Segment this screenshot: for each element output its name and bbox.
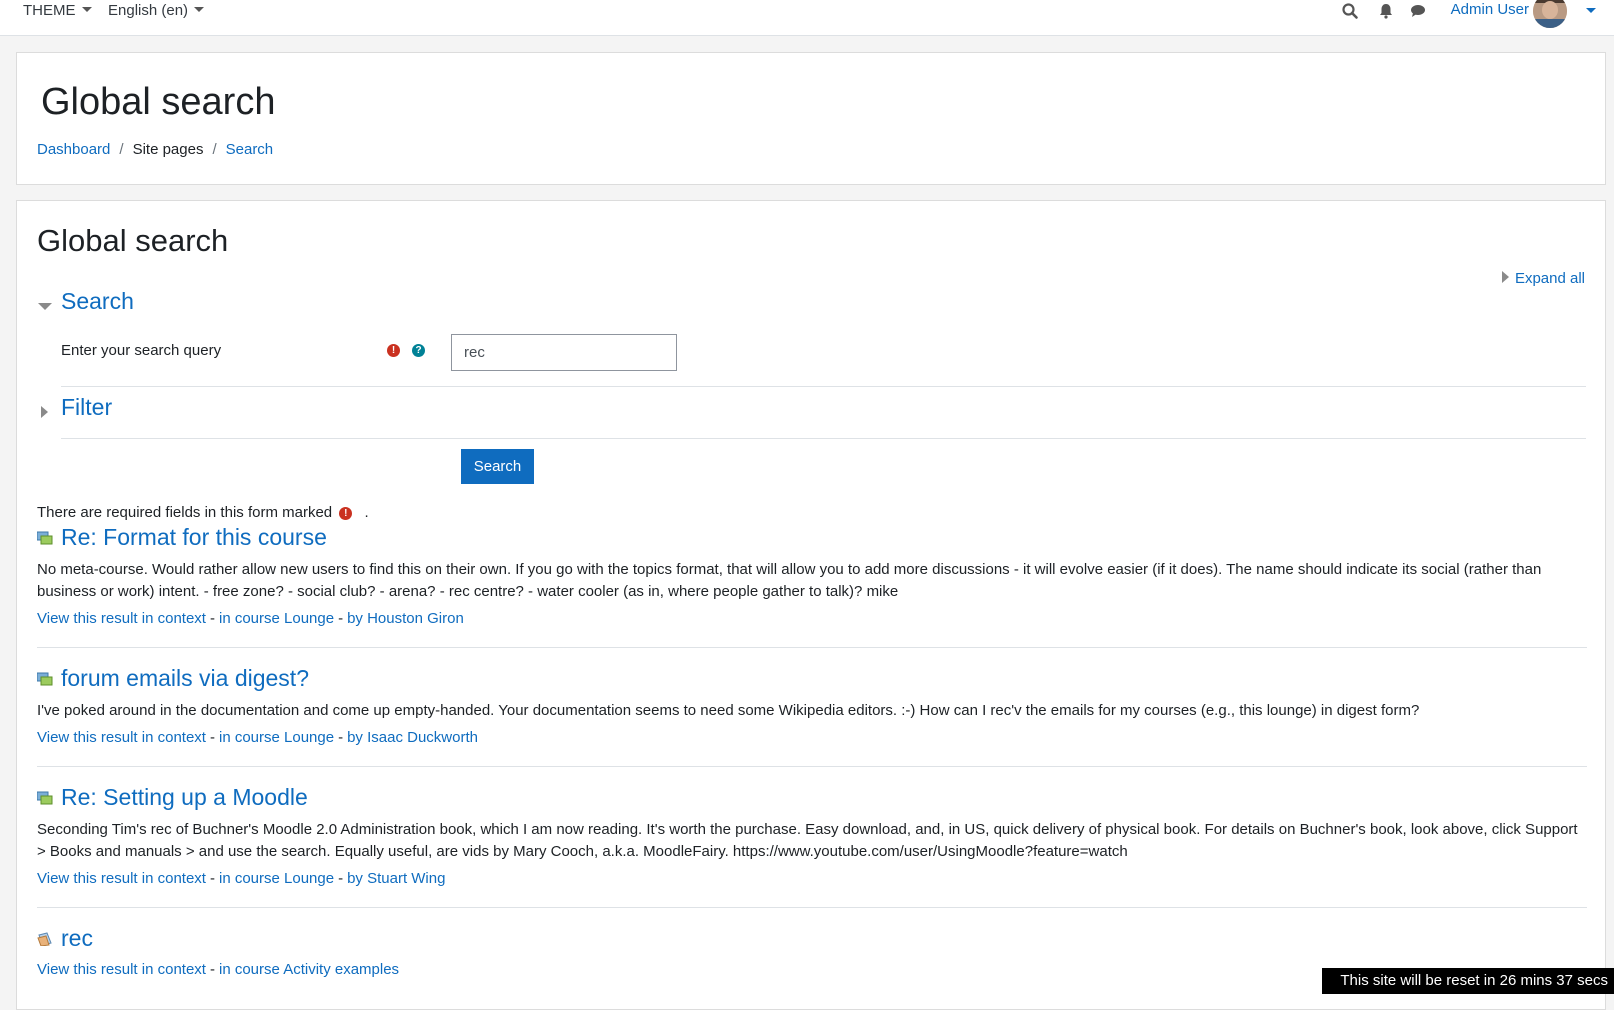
divider [61, 386, 1586, 387]
chevron-down-icon [194, 7, 205, 12]
search-section-legend[interactable]: Search [61, 287, 134, 315]
divider [37, 647, 1587, 648]
separator: - [209, 870, 215, 887]
separator: - [338, 729, 344, 746]
avatar[interactable] [1533, 0, 1567, 28]
divider [37, 766, 1587, 767]
search-result: forum emails via digest? I've poked arou… [37, 664, 1587, 767]
bell-icon[interactable] [1377, 2, 1395, 20]
page-header: Global search Dashboard / Site pages / Searc… [16, 52, 1606, 185]
required-icon: ! [387, 344, 400, 357]
separator: - [209, 961, 215, 978]
language-menu-label: English (en) [108, 2, 189, 19]
author-link[interactable]: by Isaac Duckworth [347, 729, 478, 746]
result-title-link[interactable]: forum emails via digest? [61, 664, 309, 692]
filter-section-legend[interactable]: Filter [61, 393, 112, 421]
course-link[interactable]: in course Lounge [219, 870, 334, 887]
breadcrumb-separator: / [119, 141, 124, 158]
result-title-row: rec [37, 924, 1587, 952]
expand-all-label: Expand all [1514, 270, 1585, 287]
result-title-row: Re: Setting up a Moodle [37, 783, 1587, 811]
main-content: Global search Expand all Search Enter yo… [16, 200, 1606, 1010]
breadcrumb-dashboard[interactable]: Dashboard [37, 141, 110, 158]
breadcrumb-search[interactable]: Search [226, 141, 274, 158]
required-note: There are required fields in this form m… [37, 503, 369, 523]
view-in-context-link[interactable]: View this result in context [37, 729, 206, 746]
search-icon[interactable] [1341, 2, 1359, 20]
course-link[interactable]: in course Lounge [219, 610, 334, 627]
result-meta: View this result in context - in course Ac… [37, 960, 399, 980]
result-title-link[interactable]: Re: Setting up a Moodle [61, 783, 308, 811]
course-link[interactable]: in course Activity examples [219, 961, 399, 978]
separator: - [209, 610, 215, 627]
collapse-icon[interactable] [38, 303, 52, 310]
separator: - [338, 870, 344, 887]
theme-menu-label: THEME [23, 2, 76, 19]
required-icon: ! [339, 507, 353, 520]
query-label: Enter your search query [61, 342, 222, 359]
breadcrumb: Dashboard / Site pages / Search [37, 140, 273, 160]
help-icon[interactable]: ? [412, 344, 425, 357]
result-title-row: Re: Format for this course [37, 523, 1587, 551]
user-name[interactable]: Admin User [1451, 0, 1529, 20]
search-result: Re: Format for this course No meta-cours… [37, 523, 1587, 648]
chevron-down-icon [81, 7, 92, 12]
result-title-link[interactable]: rec [61, 924, 93, 952]
page-icon [37, 932, 52, 946]
result-snippet: Seconding Tim's rec of Buchner's Moodle … [37, 821, 1578, 860]
search-input[interactable] [451, 334, 677, 371]
course-link[interactable]: in course Lounge [219, 729, 334, 746]
author-link[interactable]: by Stuart Wing [347, 870, 445, 887]
page-title: Global search [41, 81, 276, 123]
result-snippet: I've poked around in the documentation a… [37, 702, 1420, 719]
view-in-context-link[interactable]: View this result in context [37, 870, 206, 887]
forum-icon [37, 672, 53, 686]
result-meta: View this result in context - in course Lo… [37, 728, 478, 748]
search-result: Re: Setting up a Moodle Seconding Tim's … [37, 783, 1587, 908]
author-link[interactable]: by Houston Giron [347, 610, 464, 627]
result-title-link[interactable]: Re: Format for this course [61, 523, 327, 551]
expand-all-link[interactable]: Expand all [1501, 269, 1585, 289]
view-in-context-link[interactable]: View this result in context [37, 961, 206, 978]
chevron-down-icon[interactable] [1586, 8, 1596, 13]
divider [61, 438, 1586, 439]
result-snippet: No meta-course. Would rather allow new u… [37, 561, 1542, 600]
separator: - [338, 610, 344, 627]
chat-icon[interactable] [1409, 2, 1427, 20]
forum-icon [37, 791, 53, 805]
forum-icon [37, 531, 53, 545]
result-meta: View this result in context - in course Lo… [37, 609, 464, 629]
required-note-text: There are required fields in this form m… [37, 504, 333, 521]
view-in-context-link[interactable]: View this result in context [37, 610, 206, 627]
breadcrumb-site-pages: Site pages [132, 141, 204, 158]
language-menu[interactable]: English (en) [108, 0, 205, 22]
divider [37, 907, 1587, 908]
caret-right-icon [1501, 271, 1509, 283]
expand-icon[interactable] [41, 406, 48, 418]
top-navbar: THEME English (en) Admin User [0, 0, 1614, 36]
separator: - [209, 729, 215, 746]
result-meta: View this result in context - in course Lo… [37, 869, 445, 889]
theme-menu[interactable]: THEME [23, 0, 92, 22]
search-submit-button[interactable]: Search [461, 449, 534, 484]
required-note-end: . [364, 504, 369, 521]
section-title: Global search [37, 223, 229, 258]
site-reset-notice: This site will be reset in 26 mins 37 se… [1322, 968, 1614, 994]
breadcrumb-separator: / [212, 141, 217, 158]
result-title-row: forum emails via digest? [37, 664, 1587, 692]
